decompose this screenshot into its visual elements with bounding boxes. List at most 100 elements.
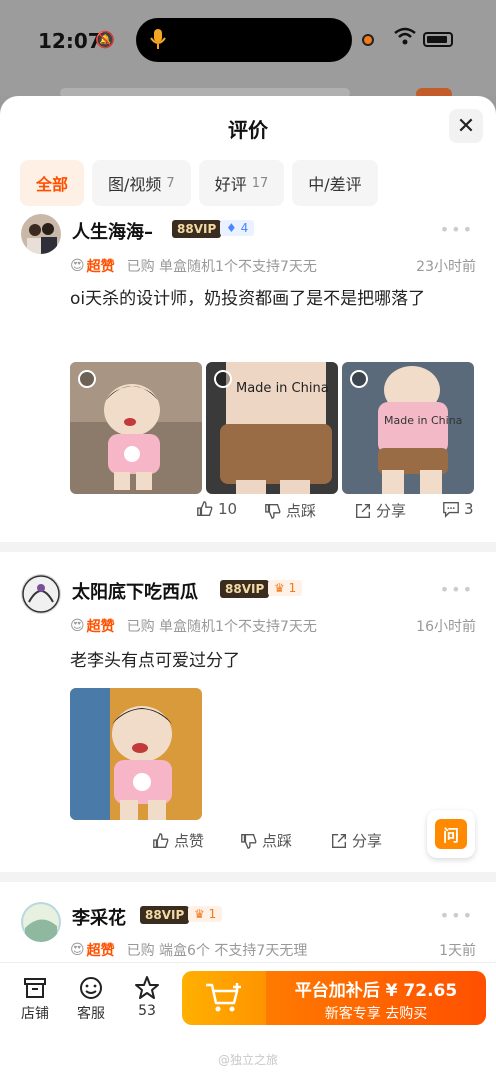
avatar[interactable] <box>21 574 61 614</box>
favorite-button[interactable]: 53 <box>126 973 168 1019</box>
vip-badge: 88VIP <box>220 580 270 598</box>
vip-badge: 88VIP <box>140 906 190 924</box>
username[interactable]: 李采花 <box>72 904 126 930</box>
rating-label: 超赞 <box>86 259 115 275</box>
status-time: 12:07 <box>38 29 102 53</box>
member-level-badge: ♦ 4 <box>220 220 255 236</box>
dislike-button[interactable]: 点踩 <box>264 500 316 521</box>
share-button[interactable]: 分享 <box>330 830 382 851</box>
level-value: 1 <box>288 581 297 595</box>
review-meta: 😍 超赞 已购 单盒随机1个不支持7天无 23小时前 <box>70 256 476 276</box>
buy-button[interactable]: 平台加补后 ¥ 72.65 新客专享 去购买 <box>182 971 486 1025</box>
tab-label: 全部 <box>36 175 69 194</box>
sheet-title: 评价 <box>228 118 268 142</box>
review-photo[interactable]: Made in China <box>342 362 474 494</box>
avatar[interactable] <box>21 214 61 254</box>
dynamic-island <box>136 18 352 62</box>
close-button[interactable]: ✕ <box>449 109 483 143</box>
tab-photo-video[interactable]: 图/视频 7 <box>92 160 191 206</box>
review-time: 16小时前 <box>416 619 476 635</box>
more-options-icon[interactable]: ••• <box>440 906 474 925</box>
thumbs-up-icon <box>153 832 169 848</box>
buy-sub-label: 新客专享 去购买 <box>324 1006 428 1022</box>
status-bar: 12:07 🔕 <box>0 0 496 100</box>
battery-icon <box>423 32 453 47</box>
purchase-spec: 已购 端盒6个 不支持7天无理 <box>126 943 308 959</box>
bottom-action-bar: 店铺 客服 53 平台加补后 ¥ 72.65 新客专享 去购买 @独立之旅 <box>0 962 496 1080</box>
comment-button[interactable]: 3 <box>442 500 474 518</box>
vip-badge: 88VIP <box>172 220 222 238</box>
review-photo[interactable] <box>70 362 202 494</box>
heart-eyes-icon: 😍 <box>70 258 85 274</box>
reviews-sheet: 评价 ✕ 全部 图/视频 7 好评 17 中/差评 人生海海– 88VIP ♦ 4 … <box>0 96 496 1080</box>
buy-now-area[interactable]: 平台加补后 ¥ 72.65 新客专享 去购买 <box>266 971 486 1025</box>
photo-text: Made in China <box>384 414 462 427</box>
microphone-icon <box>150 28 166 55</box>
store-button[interactable]: 店铺 <box>14 973 56 1023</box>
tab-count: 7 <box>166 175 175 191</box>
crown-icon: ♛ <box>194 907 205 921</box>
live-photo-icon <box>350 370 368 388</box>
tab-neutral-negative[interactable]: 中/差评 <box>292 160 378 206</box>
review-meta: 😍 超赞 已购 单盒随机1个不支持7天无 16小时前 <box>70 616 476 636</box>
watermark: @独立之旅 <box>217 1053 278 1067</box>
like-button[interactable]: 10 <box>196 500 237 518</box>
bell-muted-icon: 🔕 <box>95 30 115 49</box>
crown-icon: ♛ <box>274 581 285 595</box>
close-icon: ✕ <box>456 113 476 139</box>
share-label: 分享 <box>352 832 383 850</box>
ask-icon: 问 <box>435 819 467 849</box>
member-level-badge: ♛ 1 <box>268 580 303 596</box>
tab-label: 好评 <box>214 175 247 194</box>
more-options-icon[interactable]: ••• <box>440 580 474 599</box>
purchase-spec: 已购 单盒随机1个不支持7天无 <box>126 619 317 635</box>
tab-positive[interactable]: 好评 17 <box>198 160 285 206</box>
photo-text: Made in China <box>236 381 329 396</box>
store-icon <box>24 978 46 998</box>
username[interactable]: 太阳底下吃西瓜 <box>72 578 198 604</box>
rating-label: 超赞 <box>86 619 115 635</box>
like-button[interactable]: 点赞 <box>152 830 204 851</box>
review-photo[interactable]: Made in China <box>206 362 338 494</box>
member-level-badge: ♛ 1 <box>188 906 223 922</box>
recording-indicator-icon <box>362 34 374 46</box>
review-photos: Made in China Made in China <box>70 362 474 494</box>
ask-question-button[interactable]: 问 <box>427 810 475 858</box>
review-photos <box>70 688 202 820</box>
cart-plus-icon <box>206 983 241 1012</box>
add-to-cart-button[interactable] <box>182 971 266 1025</box>
like-label: 点赞 <box>174 832 205 850</box>
review-text: 老李头有点可爱过分了 <box>70 651 240 671</box>
username[interactable]: 人生海海– <box>72 218 153 244</box>
thumbs-down-icon <box>241 833 257 849</box>
service-label: 客服 <box>77 1006 105 1022</box>
review-photo[interactable] <box>70 688 202 820</box>
avatar[interactable] <box>21 902 61 942</box>
share-button[interactable]: 分享 <box>354 500 406 521</box>
review-time: 1天前 <box>439 943 476 959</box>
rating-label: 超赞 <box>86 943 115 959</box>
filter-tabs: 全部 图/视频 7 好评 17 中/差评 <box>20 160 378 206</box>
share-icon <box>332 833 346 848</box>
level-value: 1 <box>208 907 217 921</box>
review-time: 23小时前 <box>416 259 476 275</box>
share-icon <box>356 503 370 518</box>
review-item: 李采花 88VIP ♛ 1 ••• 😍 超赞 已购 端盒6个 不支持7天无理 1… <box>0 882 496 962</box>
heart-eyes-icon: 😍 <box>70 618 85 634</box>
comment-icon <box>443 502 459 518</box>
thumbs-down-icon <box>265 503 281 519</box>
share-label: 分享 <box>376 502 407 520</box>
live-photo-icon <box>214 370 232 388</box>
dislike-label: 点踩 <box>262 832 293 850</box>
diamond-icon: ♦ <box>226 221 237 235</box>
heart-eyes-icon: 😍 <box>70 942 85 958</box>
tab-all[interactable]: 全部 <box>20 160 85 206</box>
comment-count: 3 <box>464 500 474 518</box>
live-photo-icon <box>78 370 96 388</box>
tab-label: 中/差评 <box>308 175 362 194</box>
dislike-button[interactable]: 点踩 <box>240 830 292 851</box>
star-icon <box>135 976 159 999</box>
like-count: 10 <box>218 500 238 518</box>
more-options-icon[interactable]: ••• <box>440 220 474 239</box>
customer-service-button[interactable]: 客服 <box>70 973 112 1023</box>
